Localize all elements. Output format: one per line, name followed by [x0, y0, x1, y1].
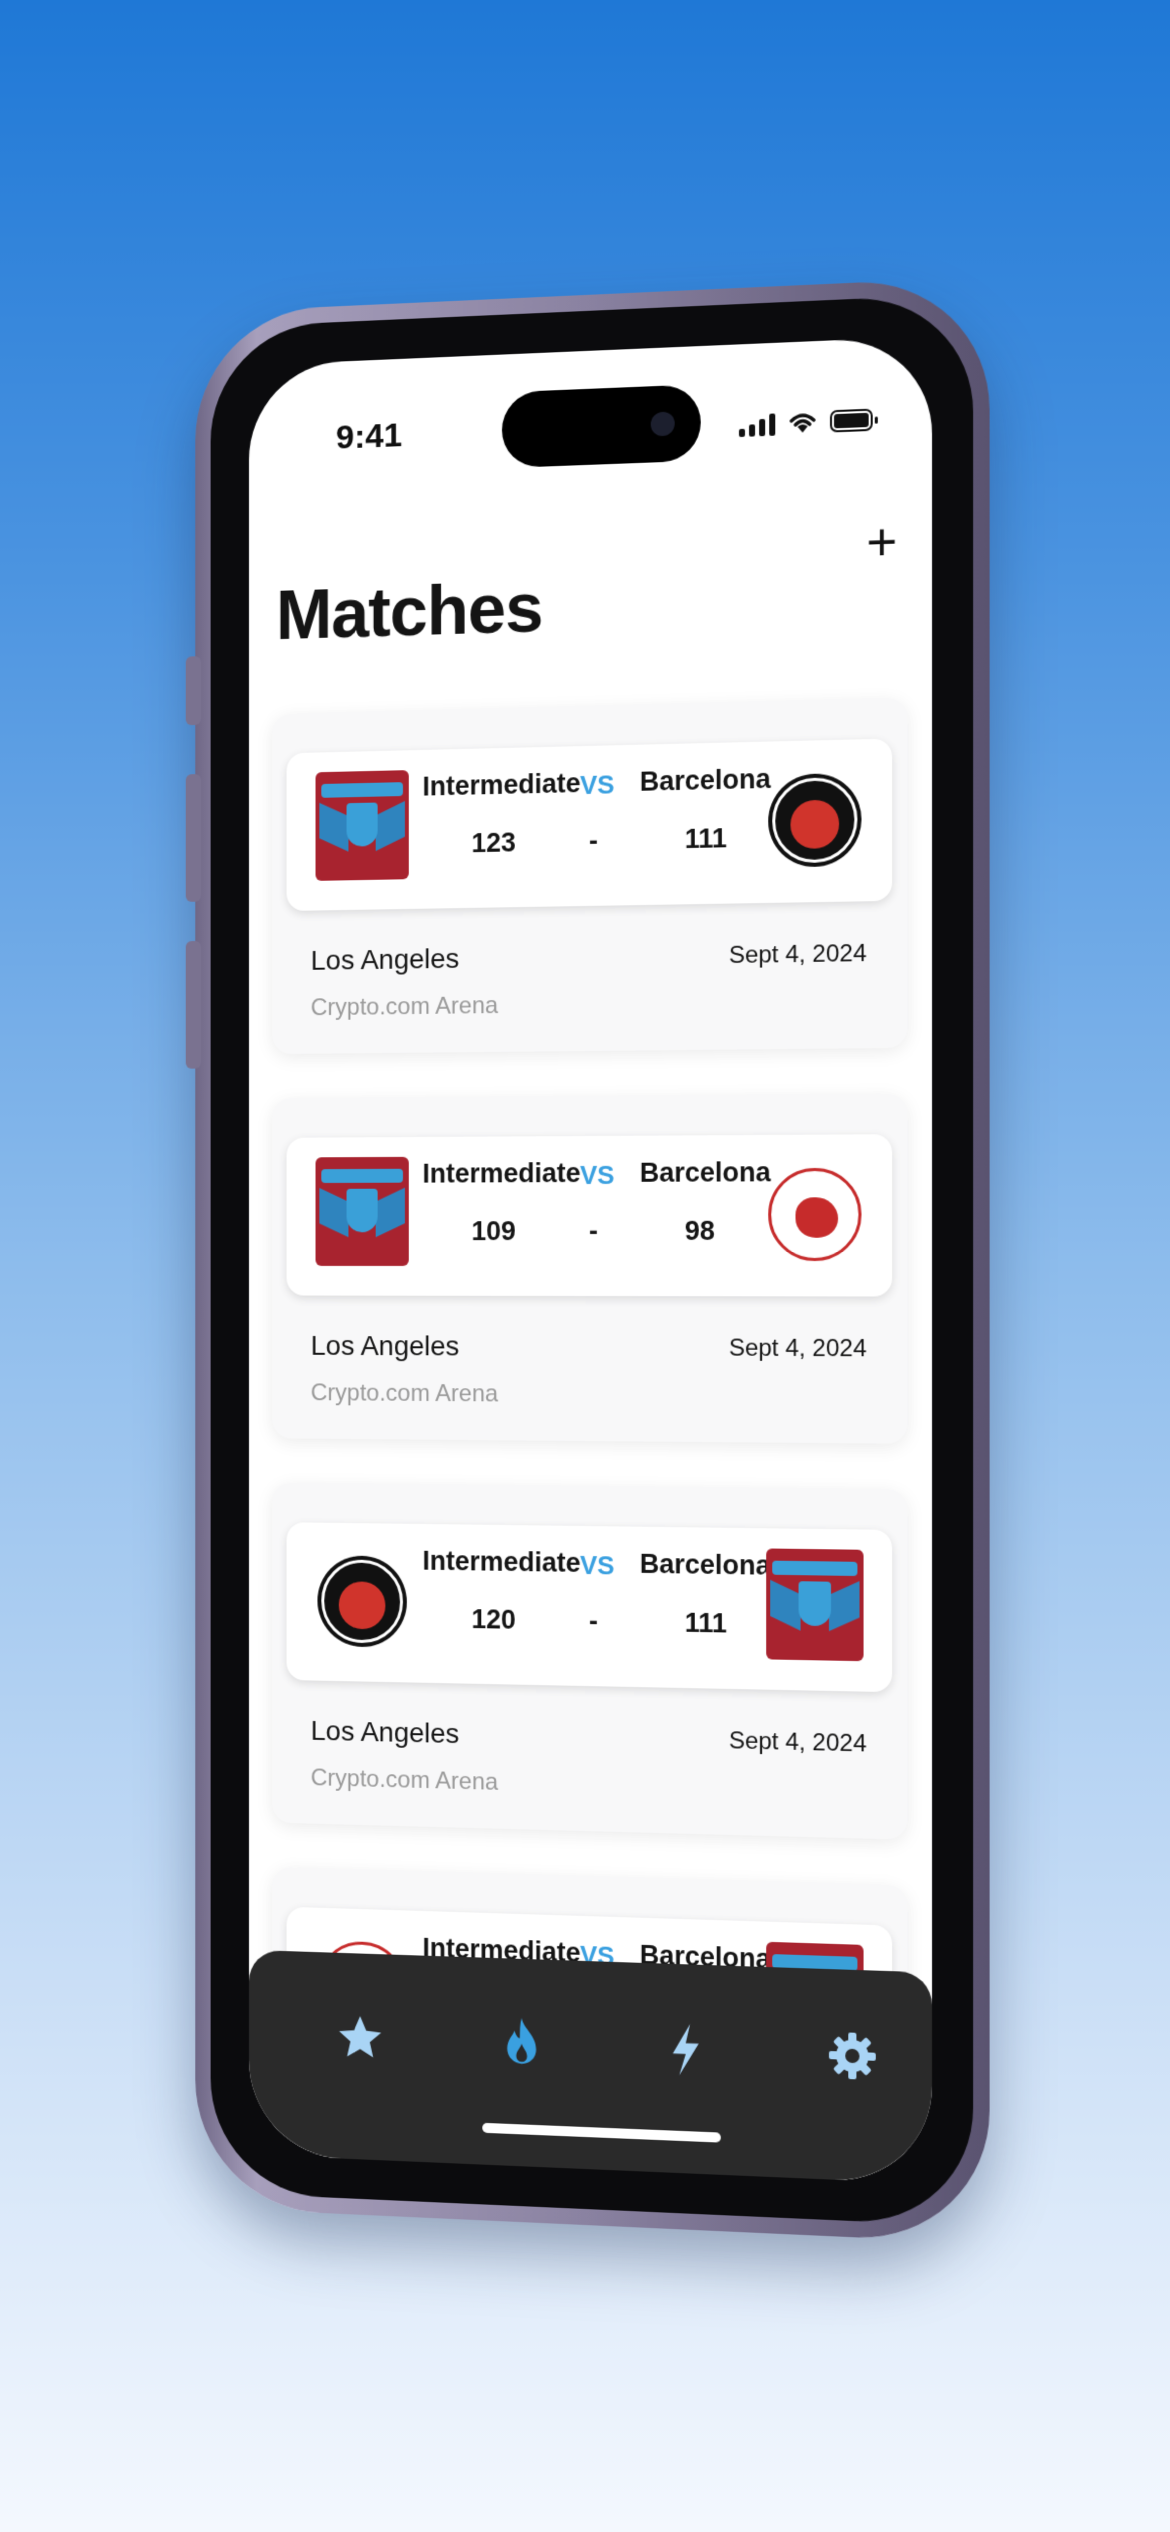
scoreboard: Intermediate VS Barcelona 123 - 111 — [286, 738, 893, 911]
volume-up-button — [185, 773, 202, 902]
vs-label: VS — [580, 769, 615, 801]
intermediate-logo — [315, 1156, 409, 1266]
action-button — [185, 656, 202, 726]
app-screen: 9:41 + Matches Intermediate VS Barcelona… — [248, 336, 933, 2184]
tab-favorites[interactable] — [326, 2002, 394, 2074]
volume-down-button — [185, 940, 202, 1069]
bolt-icon — [672, 2023, 699, 2077]
score-separator: - — [588, 1606, 598, 1637]
match-date: Sept 4, 2024 — [728, 1334, 867, 1363]
tab-trending[interactable] — [487, 2008, 556, 2080]
away-team-name: Barcelona — [639, 763, 771, 797]
match-city: Los Angeles — [310, 1715, 460, 1750]
home-team-name: Intermediate — [422, 1158, 581, 1189]
wildcats-logo — [766, 760, 863, 873]
vs-label: VS — [580, 1549, 615, 1581]
tab-settings[interactable] — [817, 2019, 888, 2093]
away-team-name: Barcelona — [639, 1548, 771, 1581]
flame-icon — [507, 2017, 537, 2065]
wildcats-logo — [316, 1542, 409, 1652]
dynamic-island — [501, 384, 701, 469]
tab-bar — [248, 1949, 933, 2184]
phone-mockup: 9:41 + Matches Intermediate VS Barcelona… — [185, 276, 990, 2244]
tab-live[interactable] — [651, 2013, 721, 2086]
match-venue: Crypto.com Arena — [310, 1764, 499, 1796]
status-time: 9:41 — [335, 416, 403, 457]
intermediate-logo — [315, 770, 409, 881]
away-score: 111 — [684, 1607, 727, 1639]
away-score: 98 — [684, 1215, 715, 1246]
battery-icon — [829, 408, 873, 433]
vs-label: VS — [580, 1159, 615, 1191]
match-venue: Crypto.com Arena — [310, 1379, 499, 1408]
stingers-logo — [766, 1155, 863, 1266]
home-score: 123 — [471, 827, 516, 859]
phone-bezel: 9:41 + Matches Intermediate VS Barcelona… — [210, 293, 974, 2227]
away-score: 111 — [684, 823, 727, 855]
home-team-name: Intermediate — [422, 1545, 581, 1578]
add-match-button[interactable]: + — [866, 513, 897, 573]
score-separator: - — [588, 825, 598, 856]
match-card[interactable]: Intermediate VS Barcelona 120 - 111 Los … — [272, 1482, 908, 1840]
page-title: Matches — [275, 568, 543, 654]
scoreboard: Intermediate VS Barcelona 109 - 98 — [286, 1134, 893, 1297]
match-city: Los Angeles — [310, 942, 460, 976]
star-icon — [339, 2015, 382, 2058]
intermediate-logo — [766, 1548, 864, 1662]
home-score: 120 — [471, 1604, 516, 1635]
home-indicator[interactable] — [482, 2122, 721, 2143]
away-team-name: Barcelona — [639, 1157, 771, 1188]
match-date: Sept 4, 2024 — [728, 939, 867, 970]
match-card[interactable]: Intermediate VS Barcelona 109 - 98 Los A… — [272, 1093, 908, 1444]
home-team-name: Intermediate — [422, 768, 581, 802]
wifi-icon — [787, 410, 817, 433]
match-venue: Crypto.com Arena — [310, 992, 499, 1022]
match-city: Los Angeles — [310, 1330, 460, 1362]
cellular-signal-icon — [738, 411, 776, 438]
score-separator: - — [588, 1215, 598, 1246]
scoreboard: Intermediate VS Barcelona 120 - 111 — [286, 1522, 893, 1693]
match-card[interactable]: Intermediate VS Barcelona 123 - 111 Los … — [272, 697, 908, 1055]
status-icons — [738, 408, 873, 438]
gear-icon — [828, 2032, 876, 2080]
home-score: 109 — [471, 1216, 516, 1247]
match-date: Sept 4, 2024 — [728, 1727, 867, 1758]
